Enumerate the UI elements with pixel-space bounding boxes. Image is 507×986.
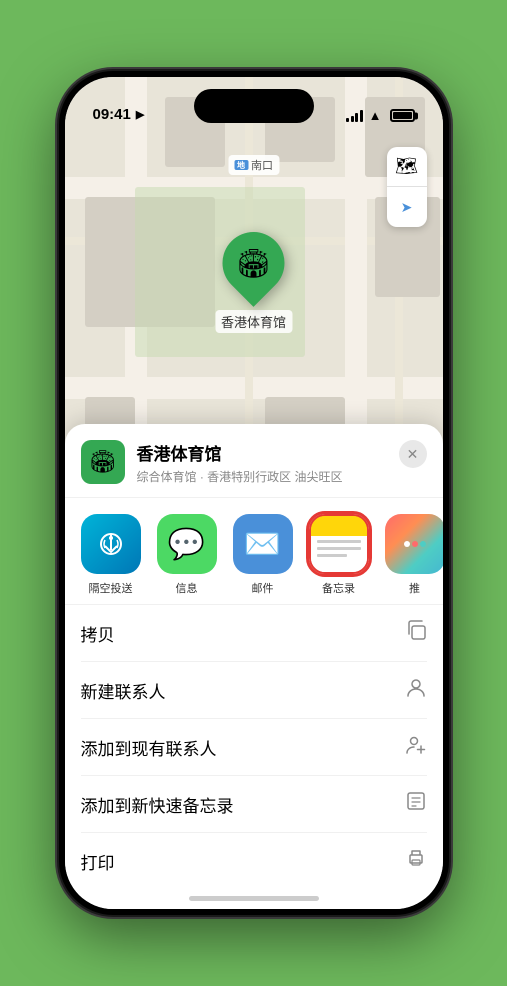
map-view-button[interactable]: 🗺 xyxy=(387,147,427,187)
signal-icon xyxy=(346,110,363,122)
status-time: 09:41 ▶ xyxy=(93,106,145,123)
copy-icon xyxy=(405,619,427,647)
action-list: 拷贝 新建联系人 xyxy=(65,605,443,889)
bottom-sheet: 🏟 香港体育馆 综合体育馆 · 香港特别行政区 油尖旺区 ✕ xyxy=(65,424,443,909)
print-icon xyxy=(405,847,427,875)
mail-label: 邮件 xyxy=(252,580,274,596)
note-icon xyxy=(405,790,427,818)
status-icons: ▲ xyxy=(346,108,414,123)
more-label: 推 xyxy=(409,580,420,596)
messages-icon: 💬 xyxy=(157,514,217,574)
home-indicator xyxy=(189,896,319,901)
location-arrow-icon: ▶ xyxy=(136,108,144,121)
venue-icon: 🏟 xyxy=(81,440,125,484)
map-label-nk: 地 南口 xyxy=(228,155,279,175)
quick-note-label: 添加到新快速备忘录 xyxy=(81,792,234,817)
wifi-icon: ▲ xyxy=(369,108,382,123)
venue-header: 🏟 香港体育馆 综合体育馆 · 香港特别行政区 油尖旺区 ✕ xyxy=(65,424,443,498)
subway-icon: 地 xyxy=(234,160,248,170)
venue-name: 香港体育馆 xyxy=(137,440,387,465)
action-copy[interactable]: 拷贝 xyxy=(81,605,427,662)
pin-label-text: 香港体育馆 xyxy=(215,310,292,333)
share-more[interactable]: 推 xyxy=(385,514,443,596)
person-icon xyxy=(405,676,427,704)
time-label: 09:41 xyxy=(93,106,131,123)
action-add-contact[interactable]: 添加到现有联系人 xyxy=(81,719,427,776)
phone-frame: 09:41 ▶ ▲ xyxy=(59,71,449,915)
action-quick-note[interactable]: 添加到新快速备忘录 xyxy=(81,776,427,833)
venue-info: 香港体育馆 综合体育馆 · 香港特别行政区 油尖旺区 xyxy=(137,440,387,485)
airdrop-label: 隔空投送 xyxy=(89,580,133,596)
location-button[interactable]: ➤ xyxy=(387,187,427,227)
share-airdrop[interactable]: 隔空投送 xyxy=(81,514,141,596)
new-contact-label: 新建联系人 xyxy=(81,678,166,703)
phone-screen: 09:41 ▶ ▲ xyxy=(65,77,443,909)
close-button[interactable]: ✕ xyxy=(399,440,427,468)
action-new-contact[interactable]: 新建联系人 xyxy=(81,662,427,719)
share-messages[interactable]: 💬 信息 xyxy=(157,514,217,596)
messages-label: 信息 xyxy=(176,580,198,596)
nk-label-text: 南口 xyxy=(251,157,273,173)
pin-emoji: 🏟 xyxy=(236,247,272,280)
add-contact-label: 添加到现有联系人 xyxy=(81,735,217,760)
action-print[interactable]: 打印 xyxy=(81,833,427,889)
copy-label: 拷贝 xyxy=(81,621,115,646)
share-mail[interactable]: ✉️ 邮件 xyxy=(233,514,293,596)
location-pin: 🏟 香港体育馆 xyxy=(215,232,292,333)
venue-subtitle: 综合体育馆 · 香港特别行政区 油尖旺区 xyxy=(137,468,387,485)
airdrop-icon xyxy=(81,514,141,574)
battery-icon xyxy=(390,109,415,122)
more-icon xyxy=(385,514,443,574)
notes-icon xyxy=(309,514,369,574)
person-add-icon xyxy=(405,733,427,761)
notes-label: 备忘录 xyxy=(322,580,355,596)
share-notes[interactable]: 备忘录 xyxy=(309,514,369,596)
print-label: 打印 xyxy=(81,849,115,874)
mail-icon: ✉️ xyxy=(233,514,293,574)
map-controls: 🗺 ➤ xyxy=(387,147,427,227)
dynamic-island xyxy=(194,89,314,123)
share-row: 隔空投送 💬 信息 ✉️ 邮件 xyxy=(65,498,443,605)
pin-circle: 🏟 xyxy=(210,219,298,307)
